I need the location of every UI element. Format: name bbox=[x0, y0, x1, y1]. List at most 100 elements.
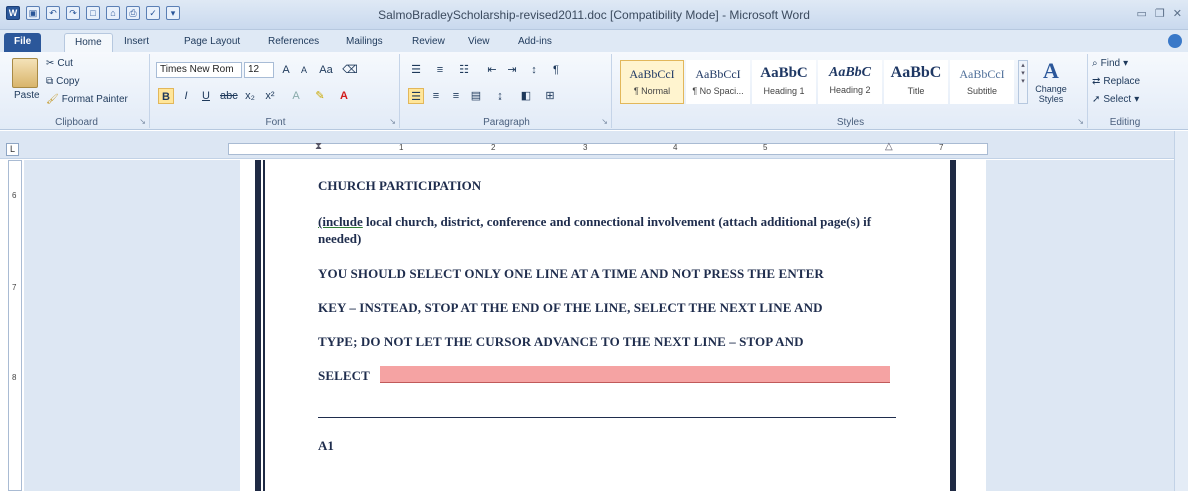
binoculars-icon: ⌕ bbox=[1092, 58, 1098, 69]
strikethrough-button[interactable]: abc bbox=[220, 88, 238, 104]
style-normal[interactable]: AaBbCcI ¶ Normal bbox=[620, 60, 684, 104]
tab-add-ins[interactable]: Add-ins bbox=[508, 33, 562, 52]
tab-file[interactable]: File bbox=[4, 33, 42, 52]
styles-group: AaBbCcI ¶ Normal AaBbCcI ¶ No Spaci... A… bbox=[614, 54, 1088, 128]
tab-insert[interactable]: Insert bbox=[114, 33, 159, 52]
subscript-button[interactable]: x₂ bbox=[242, 88, 258, 104]
instruction-paragraph[interactable]: (include local church, district, confere… bbox=[318, 213, 908, 247]
indent-marker-icon[interactable]: ⧗ bbox=[315, 141, 322, 152]
tab-selector-icon[interactable]: L bbox=[6, 143, 19, 156]
paragraph-group: ☰ ≡ ☷ ⇤ ⇥ ↕ ¶ ☰ ≡ ≡ ▤ ↨ ◧ ⊞ Paragraph ↘ bbox=[402, 54, 612, 128]
restore-icon[interactable]: ❐ bbox=[1155, 7, 1165, 20]
shading-icon[interactable]: ◧ bbox=[518, 88, 534, 104]
tab-review[interactable]: Review bbox=[402, 33, 455, 52]
grow-font-icon[interactable]: A bbox=[278, 62, 294, 78]
tab-mailings[interactable]: Mailings bbox=[336, 33, 393, 52]
style-name: ¶ Normal bbox=[633, 86, 671, 96]
style-name: Title bbox=[907, 86, 925, 96]
font-color-icon[interactable]: A bbox=[336, 88, 352, 104]
clipboard-group-label: Clipboard bbox=[55, 117, 98, 128]
bullets-icon[interactable]: ☰ bbox=[408, 62, 424, 78]
cursor-icon: ➚ bbox=[1092, 94, 1101, 105]
doc-line-4[interactable]: SELECT bbox=[318, 368, 370, 384]
multilevel-list-icon[interactable]: ☷ bbox=[456, 62, 472, 78]
ruler-number: 4 bbox=[673, 143, 678, 152]
clear-formatting-icon[interactable]: ⌫ bbox=[342, 62, 358, 78]
tab-page-layout[interactable]: Page Layout bbox=[174, 33, 250, 52]
horizontal-ruler[interactable]: 1 2 3 4 5 7 ⧗ △ bbox=[228, 141, 988, 155]
highlighted-fill-in-field[interactable] bbox=[380, 366, 890, 383]
change-case-icon[interactable]: Aa bbox=[318, 62, 334, 78]
cut-button[interactable]: ✂ Cut bbox=[46, 58, 73, 69]
align-center-icon[interactable]: ≡ bbox=[428, 88, 444, 104]
ruler-number: 2 bbox=[491, 143, 496, 152]
minimize-icon[interactable]: ▭ bbox=[1137, 7, 1147, 20]
font-group-label: Font bbox=[265, 117, 286, 128]
shrink-font-icon[interactable]: A bbox=[296, 62, 312, 78]
line-spacing-icon[interactable]: ↨ bbox=[492, 88, 508, 104]
style-no-spacing[interactable]: AaBbCcI ¶ No Spaci... bbox=[686, 60, 750, 104]
decrease-indent-icon[interactable]: ⇤ bbox=[484, 62, 500, 78]
increase-indent-icon[interactable]: ⇥ bbox=[504, 62, 520, 78]
styles-scroll[interactable]: ▴ ▾ ▾ bbox=[1018, 60, 1028, 104]
superscript-button[interactable]: x² bbox=[262, 88, 278, 104]
show-formatting-icon[interactable]: ¶ bbox=[548, 62, 564, 78]
close-icon[interactable]: ✕ bbox=[1173, 7, 1182, 20]
style-title[interactable]: AaBbC Title bbox=[884, 60, 948, 104]
underline-button[interactable]: U bbox=[198, 88, 214, 104]
dialog-launcher-icon[interactable]: ↘ bbox=[139, 117, 146, 126]
text-effects-icon[interactable]: A bbox=[288, 88, 304, 104]
dialog-launcher-icon[interactable]: ↘ bbox=[1077, 117, 1084, 126]
paste-icon[interactable] bbox=[12, 58, 38, 88]
copy-button[interactable]: ⧉ Copy bbox=[46, 76, 80, 87]
style-heading-2[interactable]: AaBbC Heading 2 bbox=[818, 60, 882, 104]
dialog-launcher-icon[interactable]: ↘ bbox=[389, 117, 396, 126]
justify-icon[interactable]: ▤ bbox=[468, 88, 484, 104]
tab-view[interactable]: View bbox=[458, 33, 500, 52]
tab-references[interactable]: References bbox=[258, 33, 329, 52]
numbering-icon[interactable]: ≡ bbox=[432, 62, 448, 78]
bold-button[interactable]: B bbox=[158, 88, 174, 104]
select-button[interactable]: ➚ Select ▾ bbox=[1092, 94, 1139, 105]
style-name: Heading 1 bbox=[763, 86, 805, 96]
clipboard-group: Paste ✂ Cut ⧉ Copy 🖌 Format Painter Clipboa… bbox=[4, 54, 150, 128]
replace-button[interactable]: ⇄ Replace bbox=[1092, 76, 1140, 87]
borders-icon[interactable]: ⊞ bbox=[542, 88, 558, 104]
highlight-icon[interactable]: ✎ bbox=[312, 88, 328, 104]
font-family-combo[interactable]: Times New Rom bbox=[156, 62, 242, 78]
format-painter-button[interactable]: 🖌 Format Painter bbox=[46, 94, 128, 105]
font-size-combo[interactable]: 12 bbox=[244, 62, 274, 78]
title-bar: W ▣ ↶ ↷ □ ⌂ ⎙ ✓ ▾ SalmoBradleyScholarshi… bbox=[0, 0, 1188, 30]
styles-group-label: Styles bbox=[836, 117, 865, 128]
change-styles-button[interactable]: A Change Styles bbox=[1034, 58, 1068, 104]
align-right-icon[interactable]: ≡ bbox=[448, 88, 464, 104]
help-icon[interactable] bbox=[1168, 34, 1182, 48]
editing-group-label: Editing bbox=[1109, 117, 1141, 128]
paste-button[interactable]: Paste bbox=[14, 90, 40, 101]
right-indent-marker-icon[interactable]: △ bbox=[885, 141, 893, 152]
paragraph-group-label: Paragraph bbox=[483, 117, 530, 128]
sort-icon[interactable]: ↕ bbox=[526, 62, 542, 78]
ruler-number: 7 bbox=[939, 143, 944, 152]
style-sample: AaBbC bbox=[890, 64, 942, 81]
doc-line-3[interactable]: TYPE; DO NOT LET THE CURSOR ADVANCE TO T… bbox=[318, 334, 804, 350]
style-name: Subtitle bbox=[966, 86, 998, 96]
style-heading-1[interactable]: AaBbC Heading 1 bbox=[752, 60, 816, 104]
doc-line-2[interactable]: KEY – INSTEAD, STOP AT THE END OF THE LI… bbox=[318, 300, 823, 316]
italic-button[interactable]: I bbox=[178, 88, 194, 104]
font-group: Times New Rom 12 A A Aa ⌫ B I U abc x₂ x… bbox=[152, 54, 400, 128]
tab-home[interactable]: Home bbox=[64, 33, 113, 52]
align-left-icon[interactable]: ☰ bbox=[408, 88, 424, 104]
vertical-ruler[interactable]: 6 7 8 bbox=[8, 160, 22, 491]
ribbon: Paste ✂ Cut ⧉ Copy 🖌 Format Painter Clipboa… bbox=[0, 52, 1188, 130]
document-page[interactable] bbox=[240, 160, 986, 491]
find-button[interactable]: ⌕ Find ▾ bbox=[1092, 58, 1128, 69]
doc-line-1[interactable]: YOU SHOULD SELECT ONLY ONE LINE AT A TIM… bbox=[318, 266, 824, 282]
section-heading[interactable]: CHURCH PARTICIPATION bbox=[318, 178, 481, 194]
dialog-launcher-icon[interactable]: ↘ bbox=[601, 117, 608, 126]
section-label[interactable]: A1 bbox=[318, 438, 334, 454]
style-subtitle[interactable]: AaBbCcI Subtitle bbox=[950, 60, 1014, 104]
vertical-scrollbar[interactable] bbox=[1174, 131, 1188, 491]
ruler-number: 7 bbox=[12, 283, 17, 292]
copy-icon: ⧉ bbox=[46, 76, 54, 87]
